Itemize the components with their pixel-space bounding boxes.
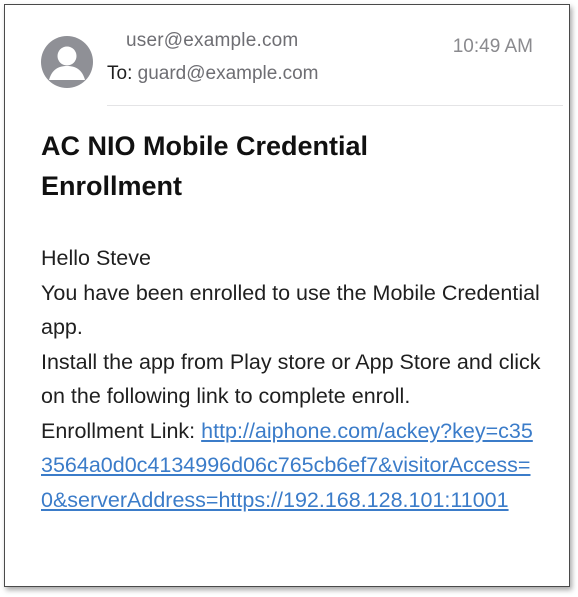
email-subject: AC NIO Mobile Credential Enrollment (41, 131, 369, 201)
email-header: user@example.com To: guard@example.com 1… (5, 5, 569, 105)
enrollment-link-line: Enrollment Link: http://aiphone.com/acke… (41, 414, 541, 518)
email-body: Hello Steve You have been enrolled to us… (41, 241, 541, 517)
recipient-line: To: guard@example.com (107, 63, 319, 85)
email-message: user@example.com To: guard@example.com 1… (4, 4, 570, 587)
greeting-text: Hello Steve (41, 246, 151, 270)
timestamp: 10:49 AM (452, 36, 533, 57)
to-label: To: (107, 63, 133, 84)
sender-address[interactable]: user@example.com (126, 30, 298, 52)
enrollment-link-label: Enrollment Link: (41, 418, 196, 443)
person-avatar-icon[interactable] (41, 36, 93, 88)
enrolled-text: You have been enrolled to use the Mobile… (41, 280, 540, 340)
install-instructions: Install the app from Play store or App S… (41, 349, 541, 409)
header-divider (107, 105, 563, 106)
recipient-address[interactable]: guard@example.com (138, 63, 319, 84)
